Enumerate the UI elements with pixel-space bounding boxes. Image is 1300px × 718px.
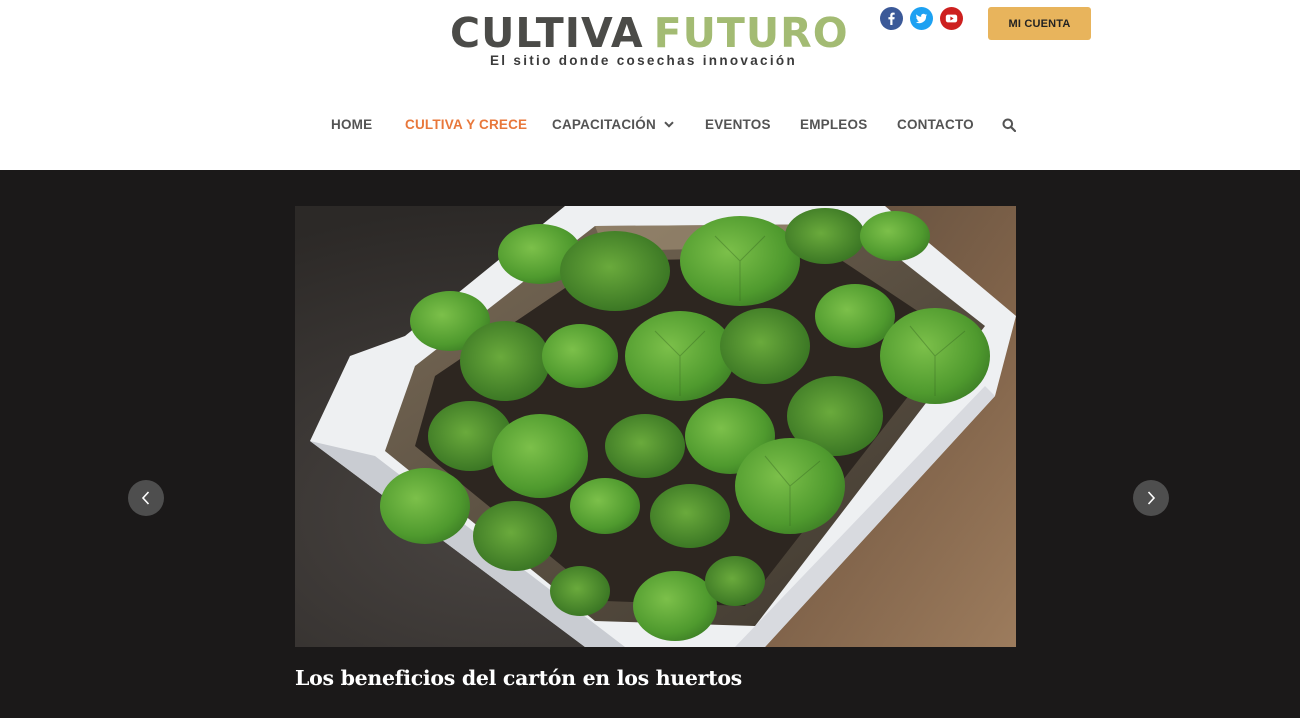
logo-title-part1: CULTIVA — [450, 9, 644, 57]
chevron-left-icon — [141, 491, 150, 505]
slide-excerpt — [295, 710, 995, 718]
twitter-link[interactable] — [910, 7, 933, 30]
nav-item-cultiva-y-crece[interactable]: CULTIVA Y CRECE — [405, 116, 527, 134]
nav-item-capacitacion-label: CAPACITACIÓN — [552, 117, 656, 132]
facebook-link[interactable] — [880, 7, 903, 30]
logo-tagline: El sitio donde cosechas innovación — [490, 53, 798, 68]
logo-title: CULTIVA FUTURO — [450, 10, 849, 56]
nav-item-eventos[interactable]: EVENTOS — [705, 116, 771, 134]
search-icon[interactable] — [1002, 118, 1016, 132]
youtube-link[interactable] — [940, 7, 963, 30]
slider-prev-button[interactable] — [128, 480, 164, 516]
nav-item-capacitacion[interactable]: CAPACITACIÓN — [552, 116, 674, 134]
slider-next-button[interactable] — [1133, 480, 1169, 516]
seedlings-in-cardboard-box-image — [295, 206, 1016, 647]
twitter-icon — [915, 13, 928, 24]
site-logo[interactable]: CULTIVA FUTURO El sitio donde cosechas in… — [450, 10, 848, 72]
my-account-button[interactable]: MI CUENTA — [988, 7, 1091, 40]
site-header: CULTIVA FUTURO El sitio donde cosechas in… — [0, 0, 1300, 170]
nav-item-contacto[interactable]: CONTACTO — [897, 116, 974, 134]
chevron-right-icon — [1147, 491, 1156, 505]
facebook-icon — [888, 12, 895, 25]
logo-title-part2: FUTURO — [653, 9, 849, 57]
nav-item-home[interactable]: HOME — [331, 116, 372, 134]
nav-item-empleos[interactable]: EMPLEOS — [800, 116, 867, 134]
hero-slider: Los beneficios del cartón en los huertos — [0, 170, 1300, 718]
chevron-down-icon — [664, 121, 674, 128]
slide-title[interactable]: Los beneficios del cartón en los huertos — [295, 666, 742, 690]
main-nav: HOME CULTIVA Y CRECE CAPACITACIÓN EVENTO… — [0, 116, 1300, 136]
slide-image[interactable] — [295, 206, 1016, 647]
youtube-icon — [945, 14, 958, 23]
social-links — [880, 7, 963, 30]
